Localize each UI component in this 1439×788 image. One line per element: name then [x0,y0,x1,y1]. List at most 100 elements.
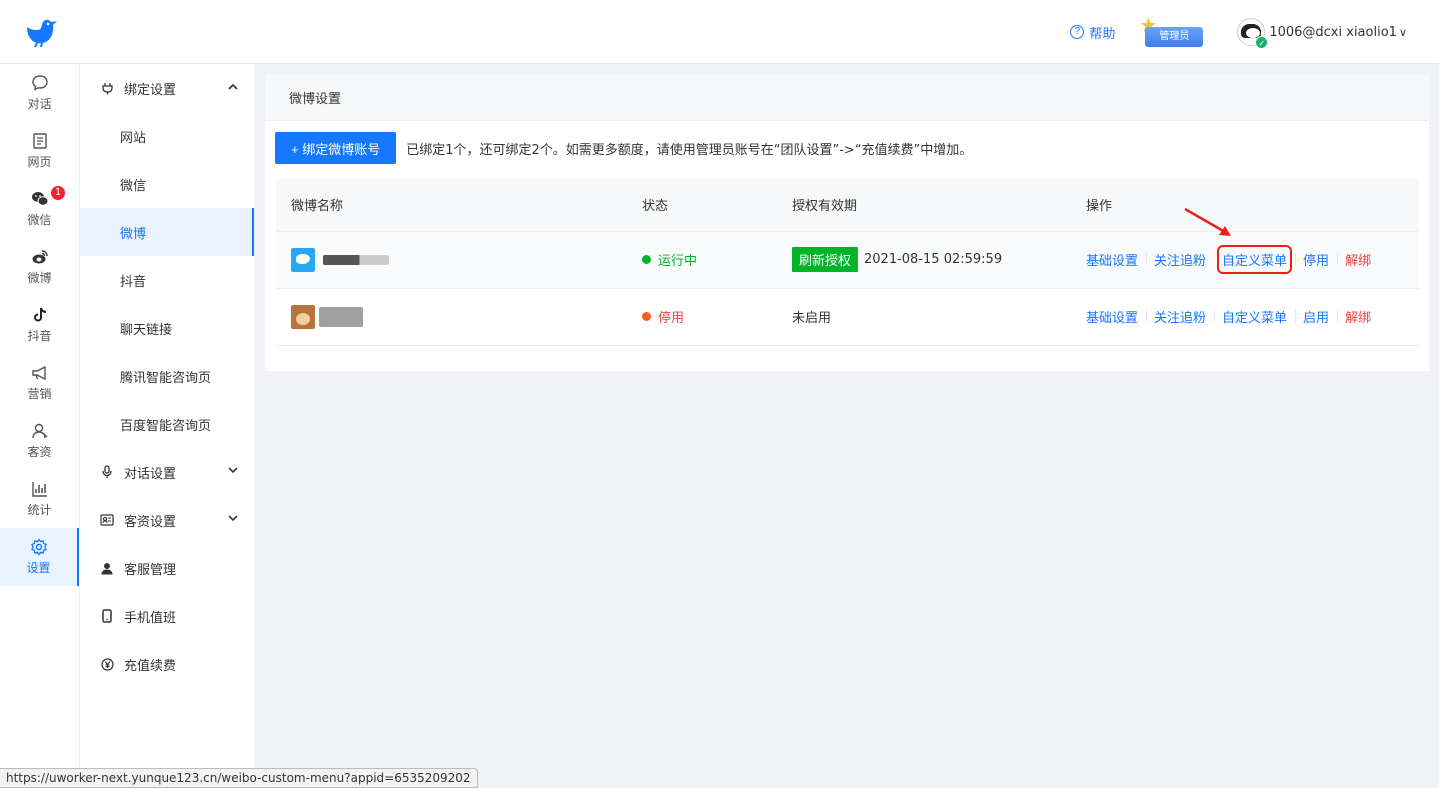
weibo-settings-panel: 微博设置 + 绑定微博账号 已绑定1个，还可绑定2个。如需更多额度，请使用管理员… [265,75,1429,371]
bind-weibo-account-button[interactable]: + 绑定微博账号 [275,132,397,164]
customer-icon [31,423,47,439]
account-avatar [291,304,315,329]
nav-label: 微博 [27,271,52,285]
sidebar-item-douyin[interactable]: 抖音 [80,256,254,304]
sidebar-group-dialog-settings[interactable]: 对话设置 [80,448,254,496]
custom-menu-link[interactable]: 自定义菜单 [1214,307,1295,326]
nav-item-stats[interactable]: 统计 [0,470,79,528]
chevron-up-icon [228,80,238,93]
sidebar-group-bind-settings[interactable]: 绑定设置 [80,64,254,112]
nav-item-wechat[interactable]: 1 微信 [0,180,79,238]
sidebar-group-service-management[interactable]: 客服管理 [80,544,254,592]
yuan-coin-icon [100,657,114,671]
web-page-icon [32,133,47,149]
douyin-icon [33,307,46,322]
status-disabled: 停用 [642,307,777,326]
user-menu[interactable]: ✓ 1006@dcxi xiaolio1 ∨ [1237,18,1407,49]
sidebar-group-customer-settings[interactable]: 客资设置 [80,496,254,544]
enable-link[interactable]: 启用 [1295,307,1337,326]
nav-label: 抖音 [27,329,52,343]
unbind-link[interactable]: 解绑 [1337,250,1379,269]
disable-link[interactable]: 停用 [1295,250,1337,269]
unbind-link[interactable]: 解绑 [1337,307,1379,326]
column-header-name: 微博名称 [276,179,627,232]
follow-fans-link[interactable]: 关注追粉 [1146,307,1214,326]
redacted-account-name [319,306,363,327]
settings-sidebar: 绑定设置 网站 微信 微博 抖音 聊天链接 腾讯智能咨询页 百度智能咨询页 对话… [80,64,254,788]
nav-label: 网页 [27,155,52,169]
mobile-phone-icon [100,609,114,623]
nav-label: 客资 [27,445,52,459]
sidebar-item-chat-link[interactable]: 聊天链接 [80,304,254,352]
auth-expiry-value: 2021-08-15 02:59:59 [864,252,1003,267]
sidebar-group-label: 充值续费 [124,658,177,674]
status-cell: 运行中 [627,231,777,289]
sidebar-item-weibo[interactable]: 微博 [80,208,254,256]
table-row: 运行中 刷新授权 2021-08-15 02:59:59 基础设置 关注追粉 自… [276,231,1419,289]
help-link[interactable]: ? 帮助 [1070,23,1115,42]
avatar: ✓ [1237,18,1269,49]
main-nav: 对话 网页 1 微信 微博 抖音 营销 客资 统计 设置 [0,64,80,788]
app-logo[interactable] [0,0,80,64]
page-title: 微博设置 [265,75,1429,121]
nav-item-douyin[interactable]: 抖音 [0,296,79,354]
basic-settings-link[interactable]: 基础设置 [1086,250,1146,269]
weibo-icon [32,250,48,264]
redacted-account-name [323,254,389,265]
sidebar-group-mobile-duty[interactable]: 手机值班 [80,592,254,640]
chevron-down-icon [228,512,238,525]
actions-cell: 基础设置 关注追粉 自定义菜单 启用 解绑 [1071,288,1419,346]
table-row: 停用 未启用 基础设置 关注追粉 自定义菜单 启用 解绑 [276,288,1419,346]
column-header-status: 状态 [627,179,777,232]
nav-item-web[interactable]: 网页 [0,122,79,180]
user-icon [100,561,114,575]
sidebar-item-baidu-page[interactable]: 百度智能咨询页 [80,400,254,448]
sidebar-group-label: 对话设置 [124,466,177,482]
microphone-icon [100,465,114,479]
chat-bubble-icon [31,75,48,91]
gear-icon [30,538,47,556]
bird-logo-icon [27,19,57,47]
nav-item-customers[interactable]: 客资 [0,412,79,470]
nav-label: 设置 [26,561,51,575]
help-icon: ? [1070,25,1085,39]
plug-icon [100,81,114,95]
auth-expiry-cell: 未启用 [777,288,1071,346]
status-label: 停用 [658,311,685,326]
status-label: 运行中 [658,254,698,269]
verified-check-icon: ✓ [1255,36,1269,49]
user-name: 1006@dcxi xiaolio1 [1269,24,1397,40]
status-dot-icon [642,312,651,321]
sidebar-item-tencent-page[interactable]: 腾讯智能咨询页 [80,352,254,400]
sidebar-item-website[interactable]: 网站 [80,112,254,160]
status-cell: 停用 [627,288,777,346]
browser-status-url: https://uworker-next.yunque123.cn/weibo-… [0,768,478,788]
auth-expiry-value: 未启用 [792,311,832,326]
sidebar-item-wechat[interactable]: 微信 [80,160,254,208]
sidebar-group-label: 手机值班 [124,610,177,626]
nav-label: 统计 [27,503,52,517]
sidebar-group-label: 客服管理 [124,562,177,578]
wechat-icon [31,192,48,206]
status-running: 运行中 [642,250,777,269]
sidebar-group-recharge[interactable]: 充值续费 [80,640,254,688]
admin-badge-label: 管理员 [1145,27,1204,47]
help-label: 帮助 [1089,26,1116,42]
chart-icon [31,482,47,497]
custom-menu-link[interactable]: 自定义菜单 [1217,245,1293,274]
nav-item-settings[interactable]: 设置 [0,528,79,586]
nav-item-chat[interactable]: 对话 [0,64,79,122]
nav-label: 对话 [27,97,52,111]
account-avatar [291,247,315,272]
column-header-auth-expiry: 授权有效期 [777,179,1071,232]
nav-label: 营销 [27,387,52,401]
nav-item-marketing[interactable]: 营销 [0,354,79,412]
follow-fans-link[interactable]: 关注追粉 [1146,250,1214,269]
nav-item-weibo[interactable]: 微博 [0,238,79,296]
annotation-arrow-icon [1184,207,1231,236]
id-card-icon [100,513,114,527]
basic-settings-link[interactable]: 基础设置 [1086,307,1146,326]
sidebar-group-label: 绑定设置 [124,82,177,98]
account-name-cell [276,231,627,289]
refresh-auth-button[interactable]: 刷新授权 [792,247,859,272]
